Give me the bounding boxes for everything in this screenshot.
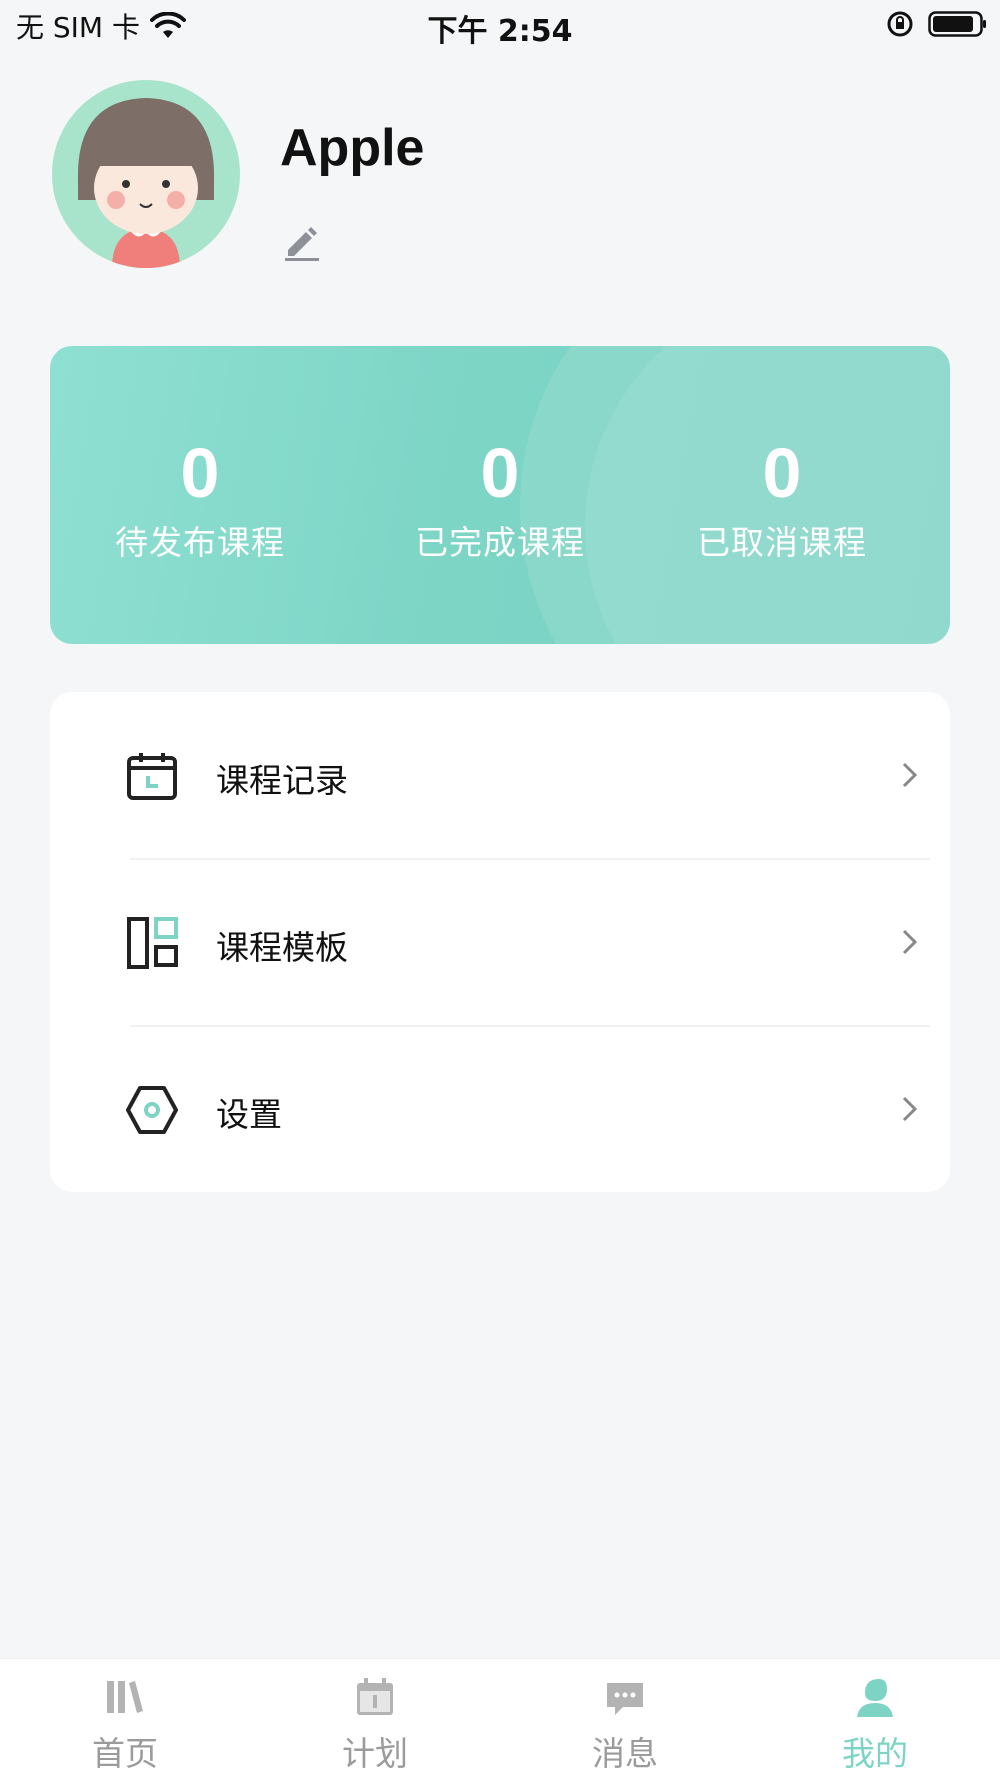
menu-card: 课程记录 课程模板 设置 [50, 692, 950, 1192]
chevron-right-icon [902, 929, 918, 955]
menu-item-label: 课程模板 [216, 928, 348, 967]
menu-item-label: 课程记录 [216, 761, 348, 800]
pencil-icon [285, 227, 319, 261]
books-icon [107, 1681, 143, 1713]
avatar[interactable] [52, 80, 240, 268]
tab-plan[interactable]: 计划 [275, 1675, 475, 1775]
stats-card: 0 待发布课程 0 已完成课程 0 已取消课程 [50, 346, 950, 644]
tab-label: 计划 [342, 1734, 408, 1773]
status-bar: 无 SIM 卡 下午 2:54 [0, 0, 1000, 50]
stat-label: 已完成课程 [415, 523, 585, 562]
menu-item-settings[interactable]: 设置 [50, 1026, 950, 1192]
stat-pending[interactable]: 0 待发布课程 [50, 436, 350, 564]
menu-item-course-templates[interactable]: 课程模板 [50, 859, 950, 1025]
hexagon-settings-icon [126, 1086, 178, 1134]
status-right [886, 10, 988, 38]
chat-bubble-icon [607, 1683, 643, 1715]
stat-label: 已取消课程 [697, 523, 867, 562]
stat-cancelled[interactable]: 0 已取消课程 [632, 436, 932, 564]
chevron-right-icon [902, 762, 918, 788]
edit-profile-button[interactable] [282, 222, 322, 262]
tab-home[interactable]: 首页 [25, 1675, 225, 1775]
tab-label: 我的 [842, 1734, 908, 1773]
calendar-icon [127, 753, 177, 800]
menu-item-label: 设置 [216, 1095, 282, 1134]
tab-bar: 首页 计划 消息 我的 [0, 1658, 1000, 1779]
calendar-day-icon [357, 1678, 393, 1715]
tab-label: 首页 [92, 1734, 158, 1773]
menu-item-course-records[interactable]: 课程记录 [50, 692, 950, 858]
tab-messages[interactable]: 消息 [525, 1675, 725, 1775]
tab-label: 消息 [592, 1734, 658, 1773]
stat-value: 0 [180, 434, 220, 512]
stat-value: 0 [480, 434, 520, 512]
stat-value: 0 [762, 434, 802, 512]
stat-label: 待发布课程 [115, 523, 285, 562]
username: Apple [280, 119, 425, 177]
stat-completed[interactable]: 0 已完成课程 [350, 436, 650, 564]
status-time: 下午 2:54 [427, 14, 573, 49]
battery-icon [928, 11, 986, 37]
tab-mine[interactable]: 我的 [775, 1675, 975, 1775]
girl-avatar-icon [52, 80, 240, 268]
person-icon [857, 1679, 893, 1717]
template-icon [127, 917, 178, 969]
chevron-right-icon [902, 1096, 918, 1122]
orientation-lock-icon [887, 11, 913, 37]
